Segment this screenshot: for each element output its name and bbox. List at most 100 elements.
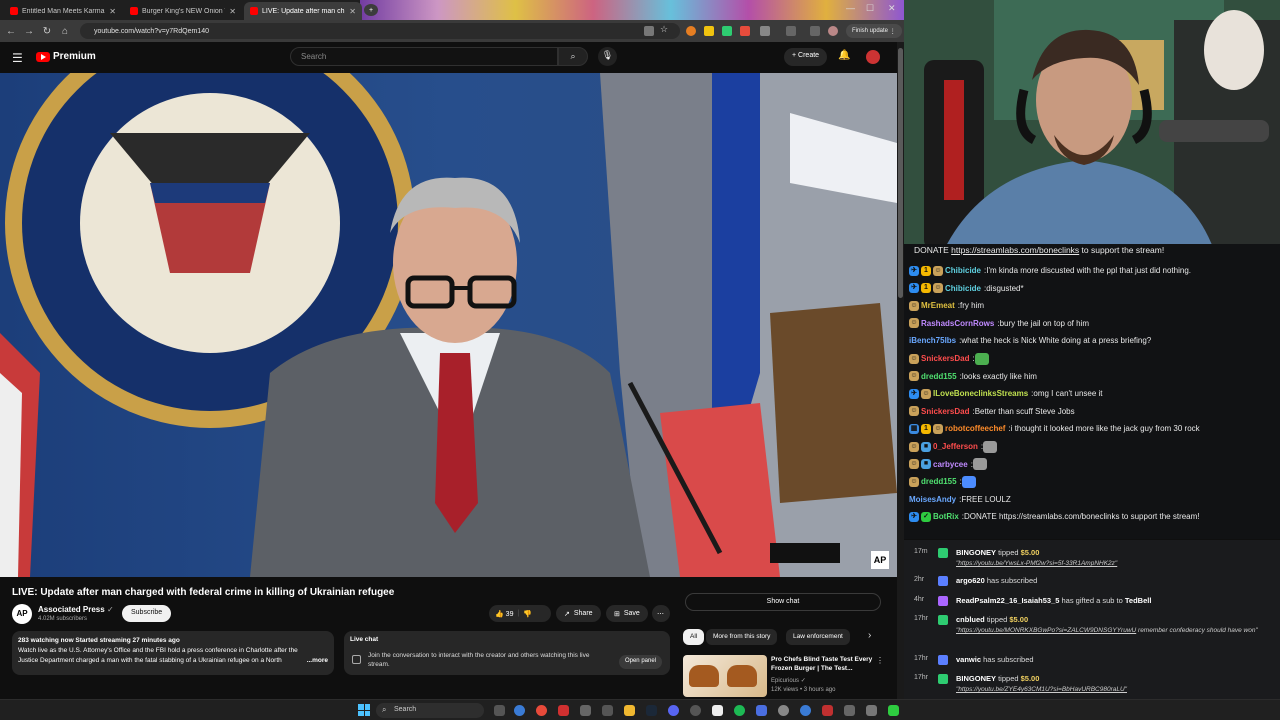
channel-name[interactable]: Associated Press ✓ bbox=[38, 605, 114, 614]
notifications-bell-icon[interactable]: 🔔 bbox=[838, 50, 850, 61]
event-user[interactable]: cnblued bbox=[956, 615, 985, 624]
extension-icon[interactable] bbox=[686, 26, 696, 36]
search-input[interactable]: Search bbox=[290, 47, 558, 66]
spotify-icon[interactable] bbox=[734, 705, 745, 716]
chat-username[interactable]: BotRix bbox=[933, 512, 959, 521]
browser-tab[interactable]: Burger King's NEW Onion Wh ✕ bbox=[124, 2, 242, 20]
open-panel-button[interactable]: Open panel bbox=[618, 655, 662, 669]
menu-icon[interactable]: ☰ bbox=[12, 51, 23, 65]
chat-username[interactable]: dredd155 bbox=[921, 372, 957, 381]
more-actions-button[interactable]: ⋯ bbox=[652, 605, 670, 622]
app-icon[interactable] bbox=[800, 705, 811, 716]
profile-avatar-icon[interactable] bbox=[828, 26, 838, 36]
event-user[interactable]: vanwic bbox=[956, 655, 981, 664]
minimize-icon[interactable]: — bbox=[846, 3, 855, 13]
chevron-right-icon[interactable]: › bbox=[868, 630, 871, 641]
app-icon[interactable] bbox=[712, 705, 723, 716]
discord-icon[interactable] bbox=[668, 705, 679, 716]
close-tab-icon[interactable]: ✕ bbox=[349, 7, 356, 16]
app-icon[interactable] bbox=[844, 705, 855, 716]
app-icon[interactable] bbox=[822, 705, 833, 716]
chip-all[interactable]: All bbox=[683, 629, 705, 645]
like-button[interactable]: 👍 39 bbox=[495, 610, 513, 618]
save-button[interactable]: ⊞ Save bbox=[606, 605, 648, 622]
recommendation-channel[interactable]: Epicurious ✓ bbox=[771, 677, 806, 684]
event-link[interactable]: "https://youtu.be/MONRKXBGwPo?si=ZALCW9D… bbox=[956, 627, 1136, 634]
event-user[interactable]: ReadPsalm22_16_Isaiah53_5 bbox=[956, 596, 1059, 605]
close-tab-icon[interactable]: ✕ bbox=[229, 7, 236, 16]
chat-username[interactable]: Chibicide bbox=[945, 266, 981, 275]
recommendation-thumbnail[interactable] bbox=[683, 655, 767, 697]
chat-username[interactable]: carbycee bbox=[933, 460, 968, 469]
chat-username[interactable]: Chibicide bbox=[945, 284, 981, 293]
file-explorer-icon[interactable] bbox=[624, 705, 635, 716]
app-icon[interactable] bbox=[580, 705, 591, 716]
extension-icon[interactable] bbox=[740, 26, 750, 36]
bookmark-star-icon[interactable]: ☆ bbox=[660, 24, 670, 34]
create-button[interactable]: + Create bbox=[784, 48, 828, 66]
chat-username[interactable]: SnickersDad bbox=[921, 354, 969, 363]
event-user[interactable]: argo620 bbox=[956, 576, 985, 585]
scrollbar-thumb[interactable] bbox=[898, 48, 903, 298]
app-icon[interactable] bbox=[558, 705, 569, 716]
browser-tab-active[interactable]: LIVE: Update after man ch ✕ bbox=[244, 2, 362, 20]
chrome-icon[interactable] bbox=[536, 705, 547, 716]
event-link[interactable]: "https://youtu.be/YwsLx-PMf2w?si=5f-33R1… bbox=[956, 560, 1117, 567]
chat-username[interactable]: RashadsCornRows bbox=[921, 319, 994, 328]
youtube-logo[interactable]: Premium bbox=[36, 51, 96, 62]
edge-icon[interactable] bbox=[514, 705, 525, 716]
finish-update-button[interactable]: Finish update ⋮ bbox=[846, 24, 902, 38]
maximize-icon[interactable]: ☐ bbox=[866, 3, 874, 14]
event-user[interactable]: BINGONEY bbox=[956, 548, 996, 557]
steam-icon[interactable] bbox=[646, 705, 657, 716]
avatar[interactable] bbox=[866, 50, 880, 64]
obs-icon[interactable] bbox=[690, 705, 701, 716]
chat-username[interactable]: dredd155 bbox=[921, 477, 957, 486]
home-icon[interactable]: ⌂ bbox=[58, 26, 72, 37]
app-icon[interactable] bbox=[602, 705, 613, 716]
close-tab-icon[interactable]: ✕ bbox=[109, 7, 116, 16]
reload-icon[interactable]: ↻ bbox=[40, 26, 54, 37]
voice-search-icon[interactable]: 🎙 bbox=[598, 47, 617, 66]
task-view-icon[interactable] bbox=[494, 705, 505, 716]
chat-username[interactable]: iBench75lbs bbox=[909, 336, 956, 345]
chat-username[interactable]: ILoveBoneclinksStreams bbox=[933, 389, 1028, 398]
channel-avatar[interactable]: AP bbox=[12, 604, 32, 624]
app-icon[interactable] bbox=[756, 705, 767, 716]
event-link[interactable]: "https://youtu.be/ZYE4y63CM1U?si=BbHavUR… bbox=[956, 686, 1127, 693]
chip-more-from-story[interactable]: More from this story bbox=[706, 629, 778, 645]
video-description[interactable]: 283 watching now Started streaming 27 mi… bbox=[12, 631, 334, 675]
close-window-icon[interactable]: ✕ bbox=[888, 3, 896, 14]
windows-start-icon[interactable] bbox=[358, 704, 370, 716]
page-scrollbar[interactable] bbox=[897, 42, 904, 699]
subscribe-button[interactable]: Subscribe bbox=[122, 605, 172, 622]
browser-tab[interactable]: Entitled Man Meets Karma After ✕ bbox=[4, 2, 122, 20]
download-icon[interactable] bbox=[810, 26, 820, 36]
donate-link[interactable]: https://streamlabs.com/boneclinks bbox=[951, 245, 1079, 255]
chat-username[interactable]: MoisesAndy bbox=[909, 495, 956, 504]
app-icon[interactable] bbox=[888, 705, 899, 716]
cast-icon[interactable] bbox=[644, 26, 654, 36]
event-user[interactable]: BINGONEY bbox=[956, 674, 996, 683]
search-button[interactable]: ⌕ bbox=[558, 47, 588, 66]
chat-username[interactable]: SnickersDad bbox=[921, 407, 969, 416]
chat-username[interactable]: 0_Jefferson bbox=[933, 442, 978, 451]
new-tab-button[interactable]: + bbox=[364, 4, 378, 16]
recommendation-title[interactable]: Pro Chefs Blind Taste Test Every Frozen … bbox=[771, 655, 873, 673]
dislike-button[interactable]: 👎 bbox=[523, 610, 532, 618]
extensions-puzzle-icon[interactable] bbox=[760, 26, 770, 36]
sidebar-icon[interactable] bbox=[786, 26, 796, 36]
app-icon[interactable] bbox=[778, 705, 789, 716]
chip-law-enforcement[interactable]: Law enforcement bbox=[786, 629, 850, 645]
extension-icon[interactable] bbox=[704, 26, 714, 36]
chat-username[interactable]: MrEmeat bbox=[921, 301, 955, 310]
description-more-link[interactable]: ...more bbox=[304, 656, 328, 666]
show-chat-button[interactable]: Show chat bbox=[685, 593, 881, 611]
video-player[interactable]: AP bbox=[0, 73, 897, 577]
address-bar[interactable]: youtube.com/watch?v=y7RdQem140 bbox=[80, 23, 680, 39]
back-icon[interactable]: ← bbox=[4, 26, 18, 37]
more-vert-icon[interactable]: ⋮ bbox=[876, 656, 884, 665]
app-icon[interactable] bbox=[866, 705, 877, 716]
taskbar-search[interactable]: ⌕ Search bbox=[376, 703, 484, 718]
extension-icon[interactable] bbox=[722, 26, 732, 36]
